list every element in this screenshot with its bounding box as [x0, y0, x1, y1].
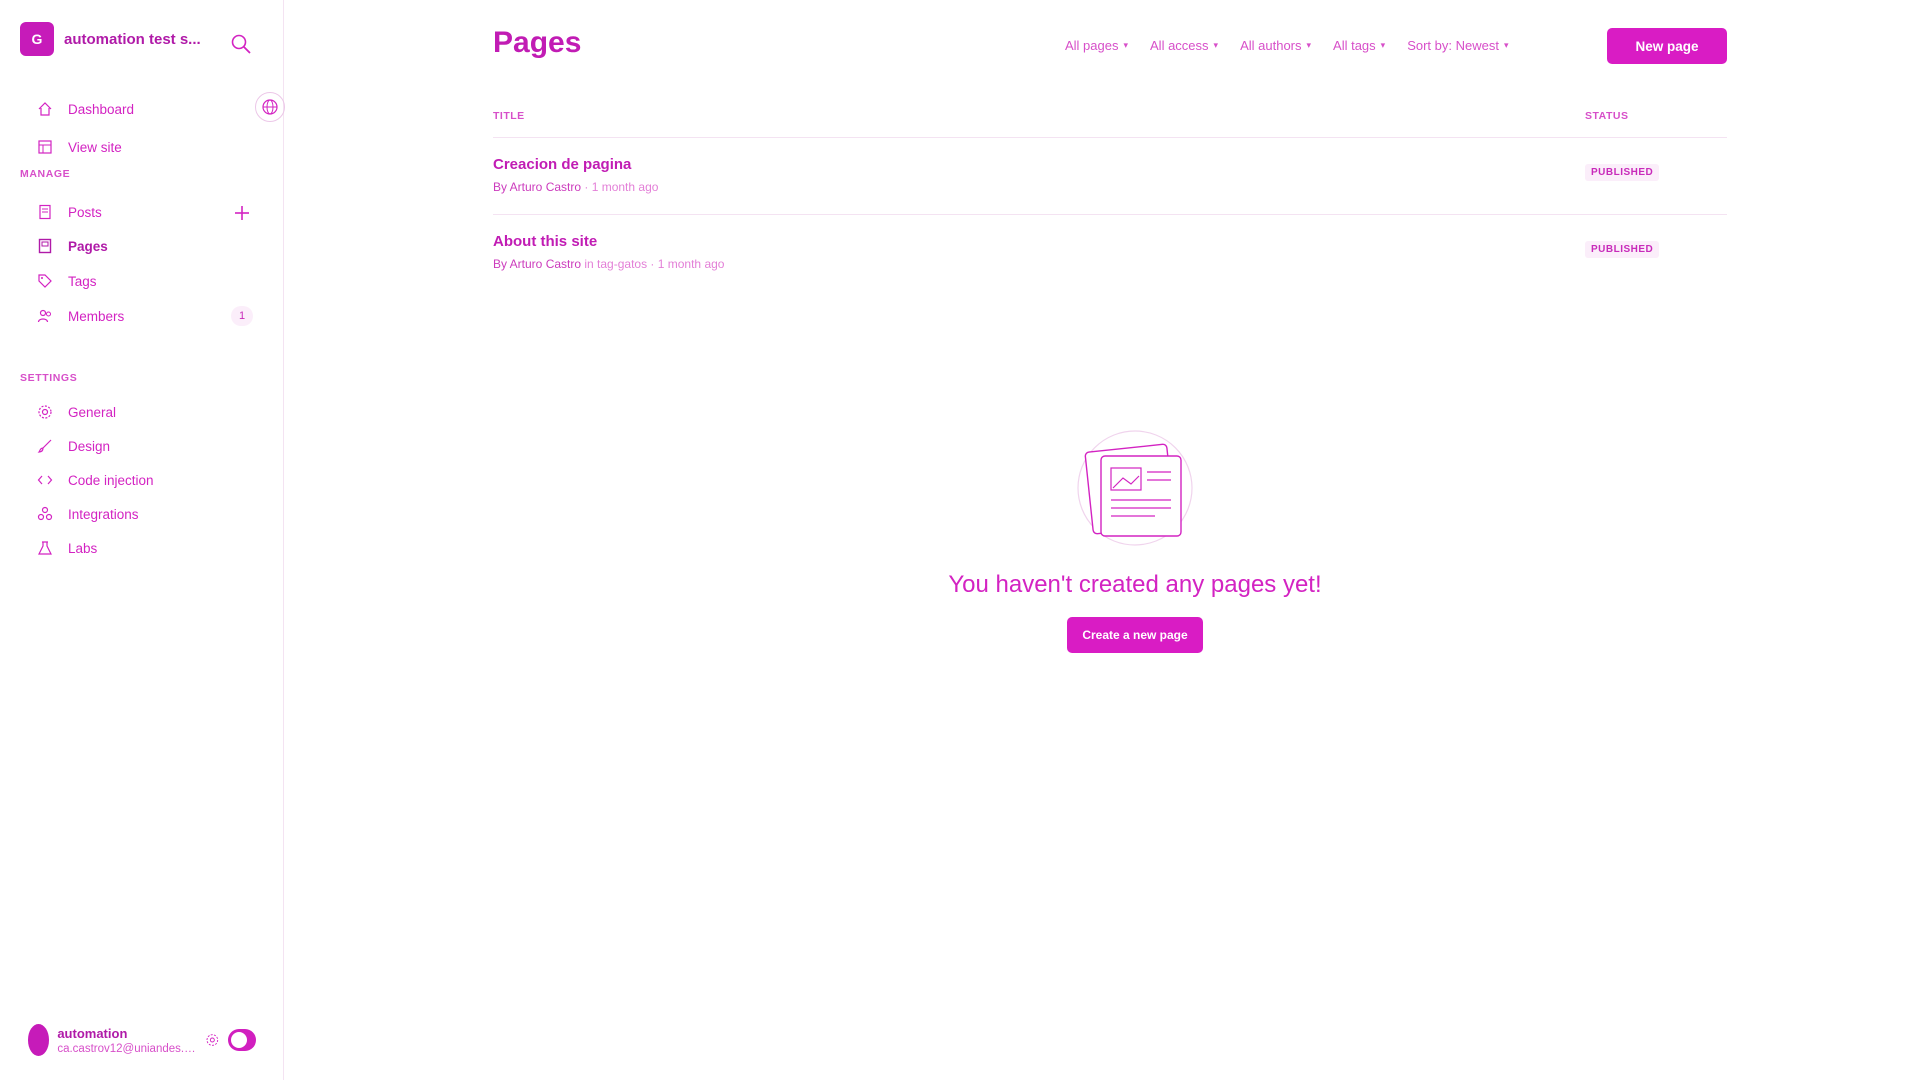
empty-pages-illustration-icon [1077, 430, 1193, 546]
site-name: automation test s... [64, 30, 201, 48]
members-count-badge: 1 [231, 306, 253, 326]
night-mode-toggle[interactable] [228, 1029, 256, 1051]
sidebar-item-label: General [68, 404, 117, 420]
site-logo: G [20, 22, 54, 56]
chevron-down-icon: ▾ [1503, 40, 1509, 50]
table-row[interactable]: About this site By Arturo Castro in tag-… [493, 214, 1727, 290]
user-name: automation [57, 1025, 128, 1041]
sidebar-item-label: Design [68, 438, 111, 454]
posts-icon [36, 203, 54, 221]
sort-order[interactable]: Sort by: Newest ▾ [1407, 38, 1508, 53]
integrations-icon [36, 505, 54, 523]
sidebar-item-label: Labs [68, 540, 98, 556]
flask-icon [36, 539, 54, 557]
chevron-down-icon: ▾ [1213, 40, 1219, 50]
status-badge: PUBLISHED [1585, 164, 1660, 181]
filter-pages-type[interactable]: All pages ▾ [1065, 38, 1128, 53]
gear-icon [36, 403, 54, 421]
sidebar-item-general[interactable]: General [36, 403, 116, 421]
sidebar-item-code-injection[interactable]: Code injection [36, 471, 154, 489]
sidebar-item-view-site[interactable]: View site [36, 138, 122, 156]
sidebar-item-label: View site [68, 139, 122, 155]
avatar [28, 1024, 50, 1056]
sidebar-item-posts[interactable]: Posts [36, 203, 102, 221]
settings-gear-icon[interactable] [205, 1029, 220, 1051]
page-title-link[interactable]: About this site [493, 233, 597, 250]
column-header-title: TITLE [493, 110, 525, 122]
brush-icon [36, 437, 54, 455]
sidebar-item-integrations[interactable]: Integrations [36, 505, 139, 523]
sidebar-item-label: Code injection [68, 472, 154, 488]
page-meta: By Arturo Castro · 1 month ago [493, 180, 659, 194]
page-title: Pages [493, 26, 582, 59]
filter-authors[interactable]: All authors ▾ [1240, 38, 1311, 53]
add-post-icon[interactable] [232, 203, 252, 223]
manage-section-title: MANAGE [20, 168, 71, 180]
chevron-down-icon: ▾ [1123, 40, 1129, 50]
filter-tags[interactable]: All tags ▾ [1333, 38, 1385, 53]
create-new-page-button[interactable]: Create a new page [1067, 617, 1203, 653]
empty-state-text: You haven't created any pages yet! [948, 571, 1322, 598]
home-icon [36, 100, 54, 118]
table-row[interactable]: Creacion de pagina By Arturo Castro · 1 … [493, 137, 1727, 213]
chevron-down-icon: ▾ [1380, 40, 1386, 50]
new-page-button[interactable]: New page [1607, 28, 1727, 64]
sidebar-item-label: Tags [68, 273, 97, 289]
sidebar-item-label: Posts [68, 204, 102, 220]
user-email: ca.castrov12@uniandes.ed... [57, 1042, 198, 1055]
members-icon [36, 307, 54, 325]
sidebar-item-dashboard[interactable]: Dashboard [36, 100, 134, 118]
sidebar-item-label: Dashboard [68, 101, 135, 117]
sidebar-item-members[interactable]: Members [36, 307, 124, 325]
chevron-down-icon: ▾ [1306, 40, 1312, 50]
settings-section-title: SETTINGS [20, 372, 78, 384]
main-content: Pages All pages ▾ All access ▾ All authors… [285, 0, 1920, 1080]
status-badge: PUBLISHED [1585, 241, 1660, 258]
code-icon [36, 471, 54, 489]
page-title-link[interactable]: Creacion de pagina [493, 156, 631, 173]
filter-bar: All pages ▾ All access ▾ All authors ▾ All … [1065, 38, 1509, 53]
sidebar: G automation test s... Dashboard View si… [0, 0, 285, 1080]
layout-icon [36, 138, 54, 156]
sidebar-item-design[interactable]: Design [36, 437, 110, 455]
site-brand[interactable]: G automation test s... [20, 22, 214, 56]
sidebar-item-tags[interactable]: Tags [36, 272, 97, 290]
column-header-status: STATUS [1585, 110, 1629, 122]
page-meta: By Arturo Castro in tag-gatos · 1 month … [493, 257, 725, 271]
sidebar-item-label: Integrations [68, 506, 139, 522]
sidebar-item-label: Pages [68, 238, 108, 254]
pages-icon [36, 237, 54, 255]
sidebar-item-labs[interactable]: Labs [36, 539, 97, 557]
sidebar-item-label: Members [68, 308, 125, 324]
user-menu[interactable]: automation ca.castrov12@uniandes.ed... [28, 1020, 256, 1060]
tag-icon [36, 272, 54, 290]
globe-icon[interactable] [255, 92, 285, 122]
sidebar-item-pages[interactable]: Pages [36, 237, 108, 255]
search-icon[interactable] [230, 33, 252, 55]
empty-state: You haven't created any pages yet! Creat… [885, 428, 1385, 653]
filter-access[interactable]: All access ▾ [1150, 38, 1218, 53]
